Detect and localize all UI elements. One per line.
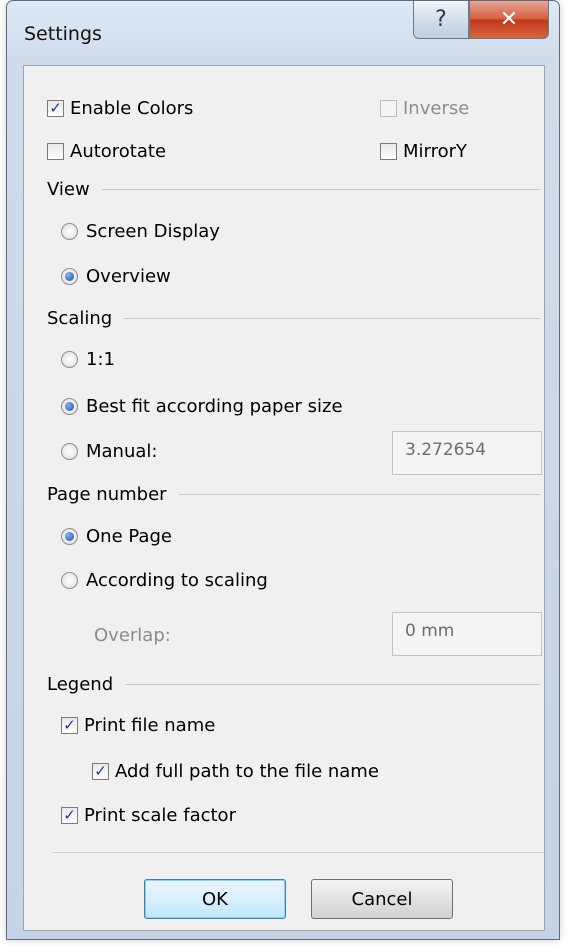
dialog-content: ✓ Enable Colors Inverse Autorotate Mirro… [23,65,545,931]
checkbox-box: ✓ [47,100,64,117]
inverse-checkbox[interactable]: Inverse [380,98,469,119]
enable-colors-label: Enable Colors [70,98,194,119]
checkbox-box: ✓ [61,807,78,824]
best-fit-radio[interactable]: Best fit according paper size [61,396,343,417]
button-separator [52,852,544,853]
radio-circle [61,572,78,589]
screen-display-radio[interactable]: Screen Display [61,221,220,242]
radio-circle [61,351,78,368]
inverse-label: Inverse [403,98,470,119]
enable-colors-checkbox[interactable]: ✓ Enable Colors [47,98,193,119]
print-scale-factor-label: Print scale factor [84,805,236,826]
ok-button[interactable]: OK [144,879,286,919]
page-number-heading: Page number [47,484,167,505]
settings-dialog: Settings ? ✕ ✓ Enable Colors Inverse Aut… [6,0,560,940]
legend-heading: Legend [47,674,114,695]
check-icon: ✓ [94,762,107,780]
radio-circle [61,268,78,285]
one-to-one-radio[interactable]: 1:1 [61,349,115,370]
group-divider [101,189,540,190]
manual-label: Manual: [86,441,158,462]
radio-circle [61,528,78,545]
one-page-radio[interactable]: One Page [61,526,172,547]
check-icon: ✓ [63,806,76,824]
page-number-group-header: Page number [47,484,544,505]
scaling-group-header: Scaling [47,308,544,329]
group-divider [178,494,540,495]
group-divider [124,318,540,319]
radio-selected-dot [65,272,74,281]
radio-circle [61,223,78,240]
overlap-label: Overlap: [94,625,171,646]
check-icon: ✓ [63,716,76,734]
legend-group-header: Legend [47,674,544,695]
view-heading: View [47,179,90,200]
according-to-scaling-label: According to scaling [86,570,268,591]
radio-circle [61,398,78,415]
print-file-name-label: Print file name [84,715,216,736]
scaling-heading: Scaling [47,308,113,329]
radio-selected-dot [65,402,74,411]
radio-circle [61,443,78,460]
screen-display-label: Screen Display [86,221,220,242]
mirror-y-label: MirrorY [403,141,468,162]
radio-selected-dot [65,532,74,541]
help-button[interactable]: ? [413,1,469,39]
one-page-label: One Page [86,526,172,547]
autorotate-label: Autorotate [70,141,167,162]
one-to-one-label: 1:1 [86,349,115,370]
print-file-name-checkbox[interactable]: ✓ Print file name [61,715,215,736]
overlap-input[interactable]: 0 mm [392,612,542,656]
mirror-y-checkbox[interactable]: MirrorY [380,141,467,162]
checkbox-box: ✓ [92,763,109,780]
check-icon: ✓ [49,99,62,117]
checkbox-box [47,143,64,160]
help-icon: ? [435,7,447,32]
print-scale-factor-checkbox[interactable]: ✓ Print scale factor [61,805,236,826]
overview-label: Overview [86,266,171,287]
cancel-button[interactable]: Cancel [311,879,453,919]
manual-radio[interactable]: Manual: [61,441,157,462]
overview-radio[interactable]: Overview [61,266,171,287]
close-icon: ✕ [499,7,519,32]
checkbox-box [380,143,397,160]
group-divider [125,684,540,685]
autorotate-checkbox[interactable]: Autorotate [47,141,166,162]
according-to-scaling-radio[interactable]: According to scaling [61,570,268,591]
add-full-path-checkbox[interactable]: ✓ Add full path to the file name [92,761,379,782]
dialog-title: Settings [24,23,102,45]
best-fit-label: Best fit according paper size [86,396,343,417]
view-group-header: View [47,179,544,200]
add-full-path-label: Add full path to the file name [115,761,379,782]
checkbox-box [380,100,397,117]
checkbox-box: ✓ [61,717,78,734]
manual-scale-input[interactable]: 3.272654 [392,431,542,475]
close-button[interactable]: ✕ [469,1,549,39]
